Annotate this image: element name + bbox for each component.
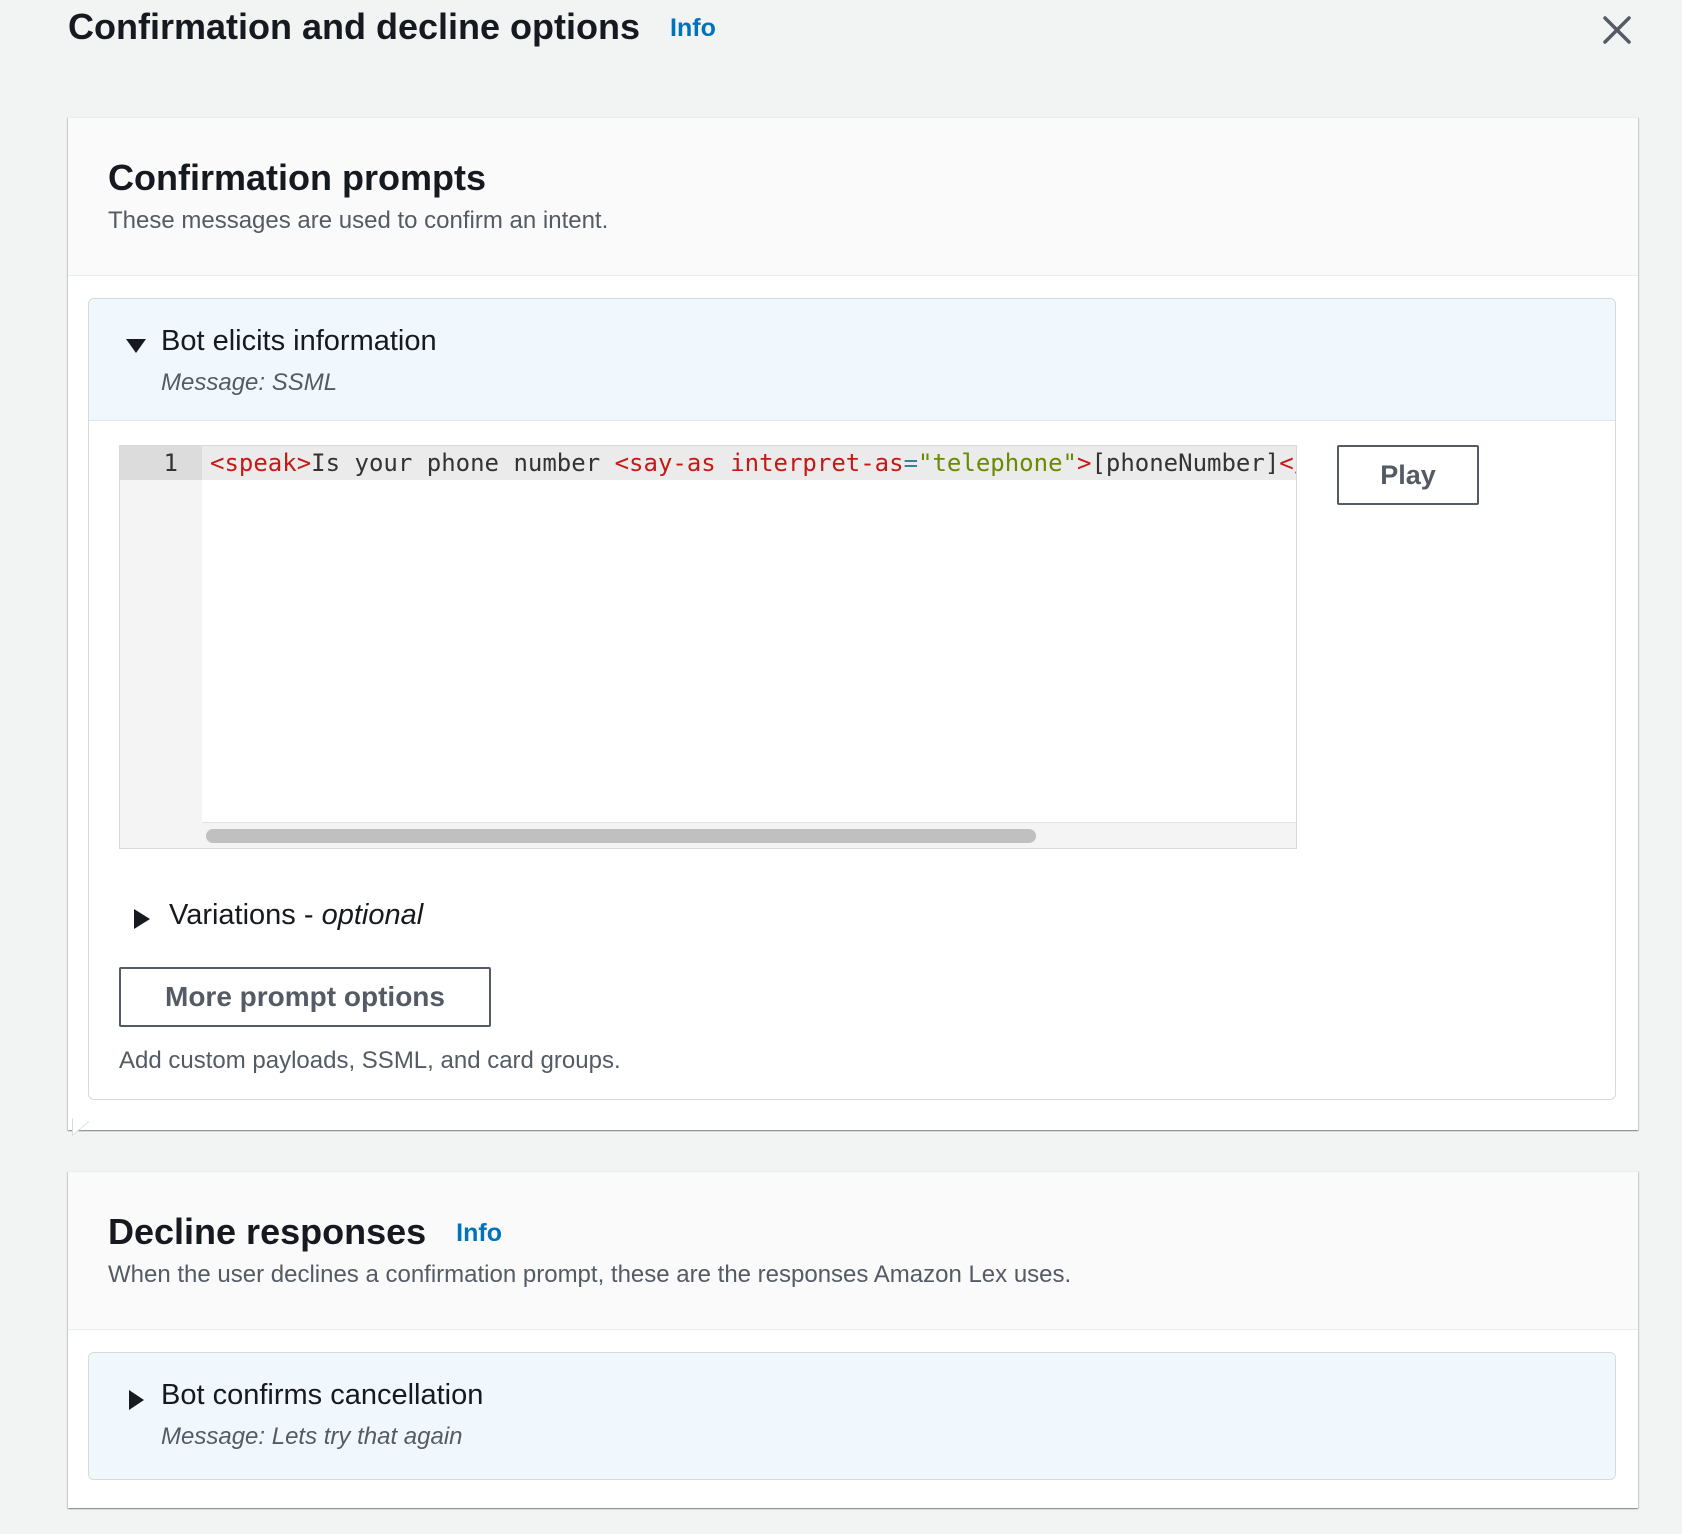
more-prompt-options-description: Add custom payloads, SSML, and card grou… <box>119 1047 621 1074</box>
decline-responses-description: When the user declines a confirmation pr… <box>108 1261 1072 1289</box>
code-token: <speak> <box>210 449 312 477</box>
bot-confirms-cancellation-title: Bot confirms cancellation <box>161 1379 484 1411</box>
scrollbar-thumb[interactable] <box>206 829 1036 843</box>
close-button[interactable] <box>1593 6 1641 54</box>
confirmation-prompts-header: Confirmation prompts These messages are … <box>68 118 1638 276</box>
code-token: Is your phone number <box>311 449 615 477</box>
code-token: [phoneNumber] <box>1091 449 1280 477</box>
close-icon <box>1603 16 1631 44</box>
bot-elicits-information-title: Bot elicits information <box>161 325 437 357</box>
code-token: </ <box>1279 449 1296 477</box>
bot-elicits-information-header[interactable]: Bot elicits information Message: SSML <box>89 299 1615 421</box>
confirmation-prompts-description: These messages are used to confirm an in… <box>108 207 609 235</box>
bot-elicits-information-subtitle: Message: SSML <box>161 369 338 396</box>
confirmation-prompts-container: Confirmation prompts These messages are … <box>68 117 1638 1137</box>
expander-tail <box>72 1104 89 1137</box>
code-token: > <box>1076 449 1092 477</box>
modal-title-text: Confirmation and decline options <box>68 6 641 47</box>
decline-responses-header: Decline responses Info When the user dec… <box>68 1172 1638 1330</box>
caret-down-icon <box>126 339 146 353</box>
caret-right-icon <box>134 909 150 929</box>
bot-confirms-cancellation-header[interactable]: Bot confirms cancellation Message: Lets … <box>89 1353 1615 1479</box>
modal-info-link[interactable]: Info <box>670 14 716 42</box>
code-token: interpret-as <box>730 449 904 477</box>
variations-label-text: Variations - <box>169 899 322 931</box>
play-button[interactable]: Play <box>1337 445 1479 505</box>
confirmation-prompts-title: Confirmation prompts <box>108 157 486 198</box>
bot-confirms-cancellation-subtitle: Message: Lets try that again <box>161 1423 463 1450</box>
modal-header: Confirmation and decline options Info <box>68 0 1631 60</box>
editor-gutter <box>120 446 202 848</box>
code-token: = <box>903 449 919 477</box>
bot-confirms-cancellation-expander: Bot confirms cancellation Message: Lets … <box>88 1352 1616 1480</box>
line-number: 1 <box>120 446 202 480</box>
horizontal-scrollbar[interactable] <box>202 822 1296 848</box>
decline-responses-container: Decline responses Info When the user dec… <box>68 1171 1638 1508</box>
variations-optional: optional <box>321 899 424 931</box>
decline-responses-title: Decline responses Info <box>108 1210 1598 1253</box>
code-token: <say-as <box>614 449 731 477</box>
code-line-1[interactable]: <speak>Is your phone number <say-as inte… <box>202 446 1296 480</box>
caret-right-icon <box>129 1390 144 1410</box>
more-prompt-options-button[interactable]: More prompt options <box>119 967 491 1027</box>
ssml-code-editor[interactable]: 1 <speak>Is your phone number <say-as in… <box>119 445 1297 849</box>
variations-label: Variations - optional <box>169 899 423 932</box>
code-token: "telephone" <box>918 449 1077 477</box>
decline-responses-title-text: Decline responses <box>108 1211 427 1252</box>
bot-elicits-information-expander: Bot elicits information Message: SSML 1 … <box>88 298 1616 1100</box>
modal-title: Confirmation and decline options Info <box>68 6 716 48</box>
decline-info-link[interactable]: Info <box>456 1219 502 1247</box>
